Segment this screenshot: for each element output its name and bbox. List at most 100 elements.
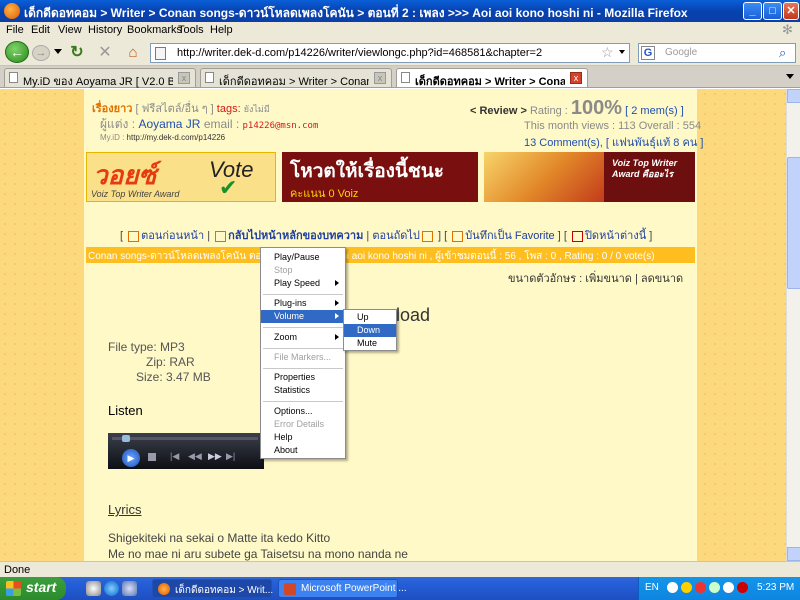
minimize-button[interactable]: _: [743, 2, 762, 20]
tab-myid[interactable]: My.iD ของ Aoyama JR [ V2.0 Beta ] x: [4, 68, 196, 88]
search-placeholder[interactable]: Google: [665, 47, 697, 58]
menu-history[interactable]: History: [88, 24, 122, 36]
tab-writer-1[interactable]: เด็กดีดอทคอม > Writer > Conan songs... x: [200, 68, 392, 88]
quicklaunch-icon[interactable]: [122, 581, 137, 596]
internet-explorer-icon[interactable]: [104, 581, 119, 596]
menu-item-stop[interactable]: Stop: [261, 264, 345, 277]
tray-volume-icon[interactable]: [723, 582, 734, 593]
tab-list-icon[interactable]: [786, 74, 794, 79]
main-page-link[interactable]: กลับไปหน้าหลักของบทความ: [228, 230, 363, 242]
tags-label: tags:: [216, 103, 241, 115]
lyrics-link[interactable]: Lyrics: [108, 502, 141, 517]
tray-security-icon[interactable]: [737, 582, 748, 593]
voiz-award-box[interactable]: วอยซ์ Voiz Top Writer Award Vote ✔: [86, 152, 276, 202]
favorite-link[interactable]: บันทึกเป็น Favorite: [465, 230, 554, 242]
menu-bookmarks[interactable]: Bookmarks: [127, 24, 182, 36]
menu-item-volume[interactable]: Volume: [261, 310, 345, 323]
reload-button[interactable]: ↻: [68, 44, 86, 62]
fast-forward-icon[interactable]: ▶▶: [208, 451, 222, 462]
comments-count[interactable]: 13 Comment(s), [ แฟนพันธุ์แท้ 8 คน ]: [524, 137, 703, 149]
menu-item-options[interactable]: Options...: [261, 405, 345, 418]
url-text[interactable]: http://writer.dek-d.com/p14226/writer/vi…: [177, 47, 542, 59]
media-player[interactable]: ▶ |◀ ◀◀ ▶▶ ▶|: [108, 433, 264, 469]
menu-item-file-markers[interactable]: File Markers...: [261, 351, 345, 364]
menu-item-help[interactable]: Help: [261, 431, 345, 444]
vote-headline-box[interactable]: โหวตให้เรื่องนี้ชนะ คะแนน 0 Voiz: [282, 152, 478, 202]
home-button[interactable]: ⌂: [124, 44, 142, 62]
menu-item-plug-ins[interactable]: Plug-ins: [261, 297, 345, 310]
taskbar-item-powerpoint[interactable]: Microsoft PowerPoint ...: [278, 579, 407, 598]
menu-help[interactable]: Help: [210, 24, 233, 36]
scroll-thumb[interactable]: [787, 157, 800, 289]
tab-close-icon[interactable]: x: [374, 72, 386, 84]
search-engine-icon[interactable]: G: [641, 46, 655, 60]
review-link[interactable]: < Review >: [470, 105, 527, 117]
tray-network-icon[interactable]: [709, 582, 720, 593]
menu-item-statistics[interactable]: Statistics: [261, 384, 345, 397]
start-button[interactable]: start: [0, 577, 66, 600]
fontsize-increase-link[interactable]: เพิ่มขนาด: [585, 273, 632, 285]
menu-view[interactable]: View: [58, 24, 82, 36]
close-button[interactable]: ✕: [783, 2, 799, 20]
voiz-info-box[interactable]: Voiz Top Writer Award คืออะไร: [604, 152, 695, 202]
submenu-item-mute[interactable]: Mute: [344, 337, 396, 350]
tab-writer-2[interactable]: เด็กดีดอทคอม > Writer > Conan s... x: [396, 68, 588, 88]
scroll-up-button[interactable]: [787, 89, 800, 103]
tray-arrow-icon[interactable]: [667, 582, 678, 593]
previous-icon[interactable]: |◀: [170, 451, 179, 462]
play-icon[interactable]: ▶: [122, 449, 140, 467]
submenu-item-volume-up[interactable]: Up: [344, 311, 396, 324]
menu-item-error-details[interactable]: Error Details: [261, 418, 345, 431]
menu-item-play-speed[interactable]: Play Speed: [261, 277, 345, 290]
chapter-navigation: [ ตอนก่อนหน้า | กลับไปหน้าหลักของบทความ …: [120, 230, 653, 242]
scroll-down-button[interactable]: [787, 547, 800, 561]
maximize-button[interactable]: □: [763, 2, 782, 20]
fontsize-decrease-link[interactable]: ลดขนาด: [641, 273, 683, 285]
next-icon[interactable]: ▶|: [226, 451, 235, 462]
chapter-info-bar: Conan songs-ดาวน์โหลดเพลงโคนัน ตอนที่ 2 …: [86, 247, 695, 263]
menu-edit[interactable]: Edit: [31, 24, 50, 36]
submenu-item-volume-down[interactable]: Down: [344, 324, 396, 337]
myid-link[interactable]: http://my.dek-d.com/p14226: [127, 133, 226, 142]
close-window-link[interactable]: ปิดหน้าต่างนี้: [585, 230, 646, 242]
firefox-icon: [4, 3, 20, 19]
tab-close-icon[interactable]: x: [570, 72, 582, 84]
vertical-scrollbar[interactable]: [786, 89, 800, 561]
stop-button[interactable]: ✕: [96, 44, 114, 62]
prev-chapter-link[interactable]: ตอนก่อนหน้า: [141, 230, 204, 242]
menu-file[interactable]: File: [6, 24, 24, 36]
tray-app-icon[interactable]: [695, 582, 706, 593]
search-icon[interactable]: ⌕: [779, 45, 786, 61]
menu-item-zoom[interactable]: Zoom: [261, 331, 345, 344]
menu-item-about[interactable]: About: [261, 444, 345, 457]
bookmark-star-icon[interactable]: ☆: [601, 44, 614, 61]
tray-app-icon[interactable]: [681, 582, 692, 593]
seek-handle[interactable]: [122, 435, 130, 442]
language-indicator[interactable]: EN: [645, 582, 659, 593]
month-views: This month views : 113: [524, 120, 636, 132]
show-desktop-icon[interactable]: [86, 581, 101, 596]
menu-tools[interactable]: Tools: [178, 24, 204, 36]
file-type: File type: MP3: [108, 340, 185, 354]
voiz-banner[interactable]: วอยซ์ Voiz Top Writer Award Vote ✔ โหวตใ…: [86, 152, 695, 202]
menu-item-play-pause[interactable]: Play/Pause: [261, 251, 345, 264]
menu-item-properties[interactable]: Properties: [261, 371, 345, 384]
submenu-arrow-icon: [335, 334, 339, 340]
url-bar[interactable]: http://writer.dek-d.com/p14226/writer/vi…: [150, 43, 630, 63]
stop-icon[interactable]: [148, 453, 156, 461]
rating-value: 100%: [570, 97, 623, 119]
back-button[interactable]: ←: [5, 41, 29, 63]
next-chapter-link[interactable]: ตอนถัดไป: [372, 230, 420, 242]
rewind-icon[interactable]: ◀◀: [188, 451, 202, 462]
menu-separator: [263, 368, 343, 369]
seek-bar[interactable]: [112, 437, 258, 440]
url-dropdown-icon[interactable]: [619, 50, 625, 54]
forward-button[interactable]: →: [32, 45, 50, 61]
search-bar[interactable]: G Google ⌕: [638, 43, 796, 63]
author-link[interactable]: Aoyama JR: [138, 117, 200, 131]
vote-score: คะแนน 0 Voiz: [290, 188, 359, 200]
history-dropdown-icon[interactable]: [54, 49, 62, 54]
tab-close-icon[interactable]: x: [178, 72, 190, 84]
banner-promo-image: [484, 152, 604, 202]
taskbar-item-firefox[interactable]: เด็กดีดอทคอม > Writ...: [152, 579, 273, 598]
